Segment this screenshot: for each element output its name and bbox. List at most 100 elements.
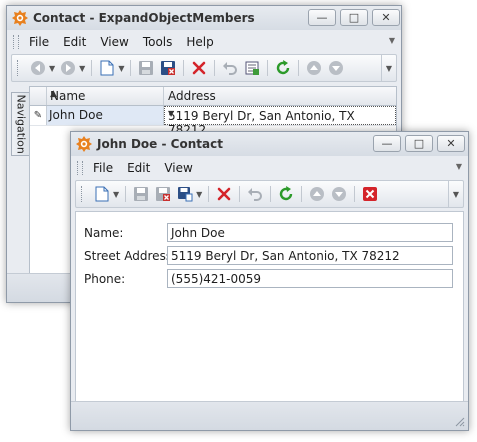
menu-tools[interactable]: Tools — [143, 35, 173, 49]
toolbar-overflow-icon[interactable]: ▼ — [448, 181, 463, 207]
phone-value: (555)421-0059 — [171, 272, 262, 286]
maximize-button[interactable]: □ — [340, 9, 368, 26]
toolbar-grip[interactable] — [17, 60, 21, 76]
toolbar-grip[interactable] — [81, 186, 85, 202]
navigation-panel-tab[interactable]: Navigation — [11, 92, 31, 156]
toolbar-separator — [130, 60, 132, 76]
new-button[interactable] — [98, 59, 116, 77]
toolbar-separator — [214, 60, 216, 76]
maximize-icon: □ — [348, 11, 360, 24]
delete-button[interactable] — [190, 59, 208, 77]
new-button[interactable] — [93, 185, 111, 203]
export-button[interactable] — [243, 59, 261, 77]
refresh-button[interactable] — [274, 59, 292, 77]
menu-view[interactable]: View — [100, 35, 128, 49]
undo-button[interactable] — [221, 59, 239, 77]
previous-record-icon — [307, 61, 322, 75]
menu-grip[interactable] — [77, 161, 83, 175]
detail-window: John Doe - Contact — □ ✕ File Edit View … — [70, 131, 469, 431]
menu-file[interactable]: File — [93, 161, 113, 175]
minimize-icon: — — [316, 11, 328, 24]
menu-edit[interactable]: Edit — [63, 35, 86, 49]
next-record-button[interactable] — [330, 185, 348, 203]
navigation-label: Navigation — [14, 94, 28, 154]
edit-pencil-icon: ✎ — [30, 106, 47, 125]
previous-record-icon — [310, 187, 325, 201]
toolbar-separator — [354, 186, 356, 202]
name-label: Name: — [84, 226, 124, 240]
save-and-close-button[interactable] — [159, 59, 177, 77]
menu-edit[interactable]: Edit — [127, 161, 150, 175]
menu-help[interactable]: Help — [186, 35, 213, 49]
back-button[interactable] — [29, 59, 47, 77]
undo-button[interactable] — [246, 185, 264, 203]
table-row[interactable]: ✎ John Doe 5119 Beryl Dr, San Antonio, T… — [30, 106, 396, 137]
menu-overflow-icon[interactable]: ▼ — [456, 162, 462, 171]
toolbar-separator — [298, 60, 300, 76]
close-button[interactable]: ✕ — [372, 9, 400, 26]
phone-field[interactable]: (555)421-0059 — [167, 269, 453, 288]
save-icon — [134, 187, 149, 201]
column-header-name[interactable]: Name ▲ — [47, 87, 164, 105]
next-record-button[interactable] — [327, 59, 345, 77]
save-and-close-icon — [161, 61, 176, 75]
main-toolbar: ▼ ▼ ▼ ▼ — [11, 54, 397, 82]
close-icon: ✕ — [381, 11, 391, 24]
toolbar-separator — [301, 186, 303, 202]
refresh-button[interactable] — [277, 185, 295, 203]
delete-button[interactable] — [215, 185, 233, 203]
toolbar-separator — [270, 186, 272, 202]
toolbar-separator — [125, 186, 127, 202]
menu-view[interactable]: View — [164, 161, 192, 175]
toolbar-separator — [183, 60, 185, 76]
previous-record-button[interactable] — [305, 59, 323, 77]
close-button[interactable]: ✕ — [437, 135, 465, 152]
phone-label: Phone: — [84, 272, 126, 286]
cell-name[interactable]: John Doe — [47, 106, 164, 125]
menu-grip[interactable] — [13, 35, 19, 49]
refresh-icon — [277, 60, 290, 75]
menu-overflow-icon[interactable]: ▼ — [389, 36, 395, 45]
detail-menu-bar: File Edit View ▼ — [71, 157, 468, 179]
save-button[interactable] — [132, 185, 150, 203]
new-dropdown-icon[interactable]: ▼ — [113, 190, 119, 199]
save-and-close-button[interactable] — [154, 185, 172, 203]
close-record-button[interactable] — [361, 185, 379, 203]
new-document-icon — [95, 186, 109, 202]
menu-file[interactable]: File — [29, 35, 49, 49]
minimize-icon: — — [381, 137, 393, 150]
street-address-label: Street Address: — [84, 249, 177, 263]
detail-window-title: John Doe - Contact — [97, 137, 223, 151]
new-dropdown-icon[interactable]: ▼ — [118, 64, 124, 73]
main-window-title: Contact - ExpandObjectMembers — [33, 11, 255, 25]
cell-name-text: John Doe — [49, 108, 103, 122]
toolbar-separator — [267, 60, 269, 76]
save-dropdown-icon[interactable]: ▼ — [196, 190, 202, 199]
save-and-new-button[interactable] — [176, 185, 194, 203]
name-field[interactable]: John Doe — [167, 223, 453, 242]
resize-grip-icon[interactable] — [453, 415, 465, 427]
back-dropdown-icon[interactable]: ▼ — [49, 64, 55, 73]
back-arrow-icon — [31, 61, 45, 75]
sort-ascending-icon: ▲ — [50, 89, 57, 99]
minimize-button[interactable]: — — [373, 135, 401, 152]
street-address-field[interactable]: 5119 Beryl Dr, San Antonio, TX 78212 — [167, 246, 453, 265]
previous-record-button[interactable] — [308, 185, 326, 203]
toolbar-overflow-icon[interactable]: ▼ — [381, 55, 396, 81]
forward-dropdown-icon[interactable]: ▼ — [79, 64, 85, 73]
save-button[interactable] — [137, 59, 155, 77]
undo-icon — [248, 188, 263, 201]
toolbar-separator — [208, 186, 210, 202]
detail-title-bar[interactable]: John Doe - Contact — □ ✕ — [71, 132, 468, 156]
chevron-down-icon[interactable]: ▼ — [168, 109, 390, 118]
new-document-icon — [100, 60, 114, 76]
detail-status-bar — [71, 401, 468, 430]
app-logo-icon — [76, 136, 92, 152]
minimize-button[interactable]: — — [308, 9, 336, 26]
main-title-bar[interactable]: Contact - ExpandObjectMembers — □ ✕ — [7, 6, 401, 30]
column-header-address[interactable]: Address — [164, 87, 396, 105]
maximize-button[interactable]: □ — [405, 135, 433, 152]
maximize-icon: □ — [413, 137, 425, 150]
cell-address-editor[interactable]: 5119 Beryl Dr, San Antonio, TX 78212 ▼ — [164, 106, 396, 137]
forward-button[interactable] — [59, 59, 77, 77]
